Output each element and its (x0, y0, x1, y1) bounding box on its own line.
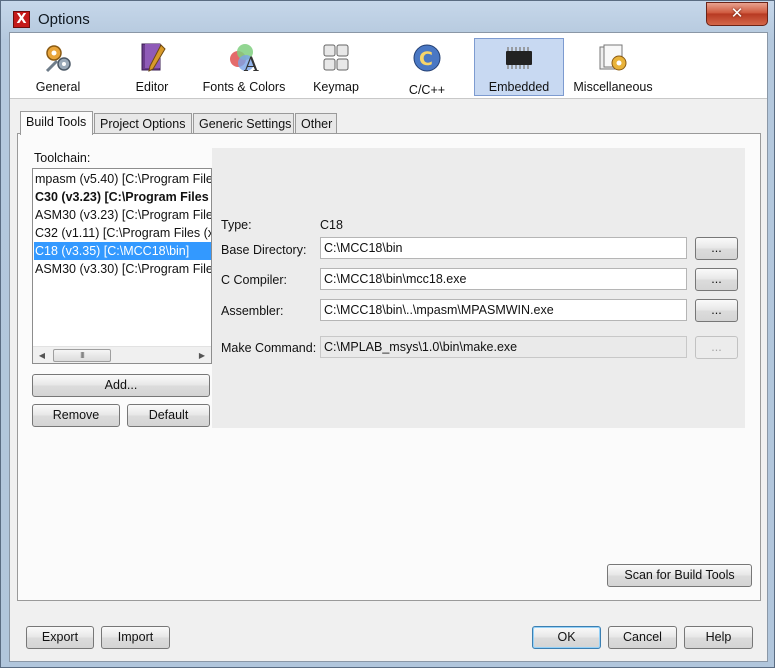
c-cpp-icon: C (413, 44, 441, 72)
type-label: Type: (221, 218, 252, 232)
c-compiler-browse-button[interactable]: ... (695, 268, 738, 291)
list-item[interactable]: ASM30 (v3.30) [C:\Program Files (x86)\Mi… (34, 260, 211, 278)
misc-tools-icon (599, 44, 627, 71)
scan-build-tools-button[interactable]: Scan for Build Tools (607, 564, 752, 587)
list-item[interactable]: mpasm (v5.40) [C:\Program Files (x86)\Mi… (34, 170, 211, 188)
category-label: Editor (135, 80, 169, 94)
category-toolbar: General Editor A Fonts & Colors Keymap C… (10, 33, 767, 99)
list-item[interactable]: C32 (v1.11) [C:\Program Files (x86)\Micr… (34, 224, 211, 242)
ok-button[interactable]: OK (532, 626, 601, 649)
type-value: C18 (320, 218, 343, 232)
import-button[interactable]: Import (101, 626, 170, 649)
tab-build-tools[interactable]: Build Tools (20, 111, 93, 135)
category-editor[interactable]: Editor (106, 39, 198, 97)
mplab-x-icon: X (13, 11, 30, 28)
chip-icon (506, 47, 532, 69)
assembler-field[interactable]: C:\MCC18\bin\..\mpasm\MPASMWIN.exe (320, 299, 687, 321)
base-directory-field[interactable]: C:\MCC18\bin (320, 237, 687, 259)
assembler-label: Assembler: (221, 304, 284, 318)
toolchain-label: Toolchain: (34, 151, 91, 165)
category-fonts-colors[interactable]: A Fonts & Colors (198, 39, 290, 97)
tab-generic-settings[interactable]: Generic Settings (193, 113, 294, 134)
make-command-browse-button: ... (695, 336, 738, 359)
svg-text:A: A (243, 52, 259, 75)
category-keymap[interactable]: Keymap (292, 39, 380, 97)
list-item[interactable]: C30 (v3.23) [C:\Program Files (x86)\Micr… (34, 188, 211, 206)
list-item[interactable]: ASM30 (v3.23) [C:\Program Files (x86)\Mi… (34, 206, 211, 224)
base-directory-browse-button[interactable]: ... (695, 237, 738, 260)
category-c-cpp[interactable]: C C/C++ (382, 39, 472, 97)
close-button[interactable]: ✕ (706, 2, 768, 26)
category-general[interactable]: General (12, 39, 104, 97)
options-window: X Options ✕ General Editor A Fonts & Col… (0, 0, 775, 668)
scroll-thumb[interactable]: III (53, 349, 111, 362)
toolchain-list[interactable]: mpasm (v5.40) [C:\Program Files (x86)\Mi… (32, 168, 212, 364)
add-toolchain-button[interactable]: Add... (32, 374, 210, 397)
scroll-right-icon[interactable]: ▶ (194, 348, 210, 363)
category-miscellaneous[interactable]: Miscellaneous (566, 39, 660, 97)
dialog-client-area: General Editor A Fonts & Colors Keymap C… (9, 32, 768, 662)
c-compiler-field[interactable]: C:\MCC18\bin\mcc18.exe (320, 268, 687, 290)
gears-icon (45, 45, 71, 73)
export-button[interactable]: Export (26, 626, 94, 649)
palette-font-icon: A (230, 44, 259, 75)
help-button[interactable]: Help (684, 626, 753, 649)
category-label: General (35, 80, 81, 94)
window-title: Options (38, 11, 90, 28)
make-command-label: Make Command: (221, 341, 317, 355)
keyboard-icon (323, 44, 349, 71)
c-compiler-label: C Compiler: (221, 273, 287, 287)
svg-text:C: C (419, 48, 433, 70)
remove-toolchain-button[interactable]: Remove (32, 404, 120, 427)
assembler-browse-button[interactable]: ... (695, 299, 738, 322)
category-label: Embedded (488, 80, 550, 94)
list-item-selected[interactable]: C18 (v3.35) [C:\MCC18\bin] (34, 242, 211, 260)
category-label: C/C++ (408, 83, 446, 97)
title-bar[interactable]: X Options ✕ (1, 1, 774, 33)
category-label: Fonts & Colors (202, 80, 286, 94)
scroll-left-icon[interactable]: ◀ (34, 348, 50, 363)
build-tools-panel: Toolchain: mpasm (v5.40) [C:\Program Fil… (17, 133, 761, 601)
cancel-button[interactable]: Cancel (608, 626, 677, 649)
tab-project-options[interactable]: Project Options (94, 113, 192, 134)
make-command-field: C:\MPLAB_msys\1.0\bin\make.exe (320, 336, 687, 358)
base-directory-label: Base Directory: (221, 243, 307, 257)
book-pen-icon (141, 43, 166, 72)
default-toolchain-button[interactable]: Default (127, 404, 210, 427)
category-label: Miscellaneous (573, 80, 653, 94)
tab-other[interactable]: Other (295, 113, 337, 134)
category-embedded[interactable]: Embedded (474, 38, 564, 96)
category-label: Keymap (313, 80, 359, 94)
horizontal-scrollbar[interactable]: ◀ III ▶ (33, 346, 211, 363)
toolchain-details: Type: C18 Base Directory: C:\MCC18\bin .… (212, 148, 745, 428)
